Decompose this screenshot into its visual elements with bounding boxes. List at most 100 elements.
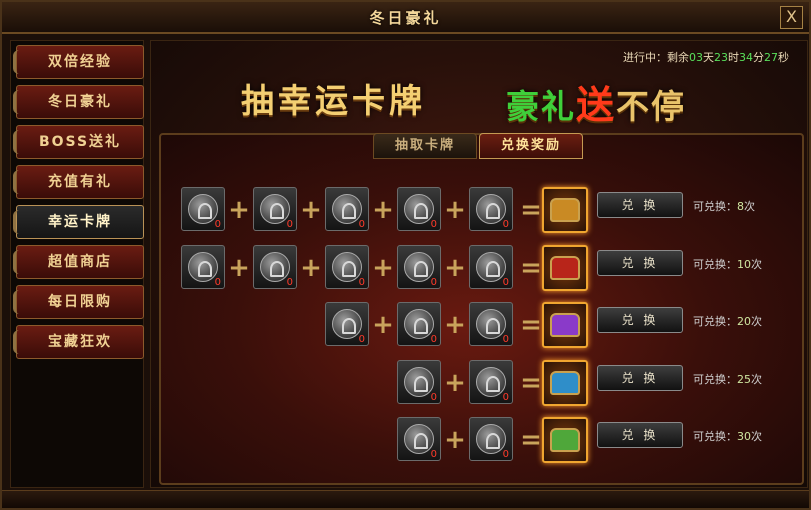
purple-chest-icon (550, 313, 580, 337)
event-window: 冬日豪礼 X 双倍经验 冬日豪礼 BOSS送礼 充值有礼 幸运卡牌 超值商店 每日限购 宝藏狂… (0, 0, 811, 510)
card-slot[interactable]: 0 (253, 245, 297, 289)
sidebar-ornament-icon (13, 90, 23, 114)
card-slot[interactable]: 0 (469, 417, 513, 461)
slogan-part-c: 不停 (616, 87, 687, 126)
green-chest-icon (550, 428, 580, 452)
card-slot[interactable]: 0 (397, 187, 441, 231)
card-token-icon (476, 252, 506, 282)
close-button[interactable]: X (780, 6, 803, 29)
plus-icon: + (444, 425, 466, 455)
card-token-icon (404, 252, 434, 282)
plus-icon: + (228, 253, 250, 283)
card-token-icon (476, 424, 506, 454)
times-suffix: 次 (751, 430, 762, 443)
reward-slot[interactable] (542, 187, 588, 233)
sidebar-item-4[interactable]: 幸运卡牌 (13, 205, 144, 239)
card-count: 0 (430, 449, 437, 460)
plus-icon: + (444, 253, 466, 283)
plus-icon: + (444, 310, 466, 340)
sidebar-item-label: 充值有礼 (48, 174, 112, 190)
sidebar-item-label: BOSS送礼 (38, 134, 122, 150)
card-count: 0 (358, 219, 365, 230)
plus-icon: + (444, 195, 466, 225)
sidebar-item-7[interactable]: 宝藏狂欢 (13, 325, 144, 359)
exchange-row: 0 +0 +0 +0 +0 = 兑 换可兑换：8次 (161, 187, 806, 235)
card-count: 0 (214, 277, 221, 288)
banner-slogan: 豪礼送不停 (506, 74, 686, 129)
sidebar-item-1[interactable]: 冬日豪礼 (13, 85, 144, 119)
exchange-button[interactable]: 兑 换 (597, 192, 683, 218)
exchange-times: 可兑换：30次 (693, 428, 762, 444)
reward-slot[interactable] (542, 302, 588, 348)
days-value: 03 (689, 51, 703, 64)
times-suffix: 次 (751, 258, 762, 271)
card-slot[interactable]: 0 (397, 245, 441, 289)
times-value: 25 (737, 373, 751, 386)
card-token-icon (332, 252, 362, 282)
plus-icon: + (372, 310, 394, 340)
sidebar-item-0[interactable]: 双倍经验 (13, 45, 144, 79)
card-slot[interactable]: 0 (469, 302, 513, 346)
times-value: 8 (737, 200, 744, 213)
slogan-part-a: 豪礼 (506, 87, 576, 126)
exchange-button[interactable]: 兑 换 (597, 307, 683, 333)
reward-slot[interactable] (542, 360, 588, 406)
status-prefix: 进行中：剩余 (623, 51, 689, 64)
card-count: 0 (502, 449, 509, 460)
card-slot[interactable]: 0 (397, 360, 441, 404)
card-count: 0 (502, 219, 509, 230)
exchange-row: 0 +0 +0 = 兑 换可兑换：20次 (161, 302, 806, 350)
times-prefix: 可兑换： (693, 258, 737, 271)
sidebar-item-3[interactable]: 充值有礼 (13, 165, 144, 199)
plus-icon: + (444, 368, 466, 398)
equals-icon: = (520, 310, 542, 340)
times-value: 10 (737, 258, 751, 271)
slogan-part-b: 送 (576, 82, 617, 127)
sidebar-item-5[interactable]: 超值商店 (13, 245, 144, 279)
reward-slot[interactable] (542, 417, 588, 463)
card-slot[interactable]: 0 (253, 187, 297, 231)
card-token-icon (404, 309, 434, 339)
exchange-panel: 抽取卡牌 兑换奖励 0 +0 +0 +0 +0 = 兑 换可兑换：8次 0 +0 +0 +0 +0 = 兑… (159, 133, 804, 485)
sidebar-item-2[interactable]: BOSS送礼 (13, 125, 144, 159)
card-slot[interactable]: 0 (397, 302, 441, 346)
card-slot[interactable]: 0 (397, 417, 441, 461)
reward-slot[interactable] (542, 245, 588, 291)
card-count: 0 (430, 219, 437, 230)
sidebar-ornament-icon (13, 250, 23, 274)
card-slot[interactable]: 0 (469, 245, 513, 289)
tab-draw-cards[interactable]: 抽取卡牌 (373, 133, 477, 159)
title-bar: 冬日豪礼 X (2, 2, 809, 34)
window-title: 冬日豪礼 (369, 9, 442, 27)
sidebar-item-label: 幸运卡牌 (48, 214, 112, 230)
card-count: 0 (286, 277, 293, 288)
card-slot[interactable]: 0 (325, 245, 369, 289)
card-count: 0 (358, 277, 365, 288)
sidebar-ornament-icon (13, 170, 23, 194)
exchange-times: 可兑换：20次 (693, 313, 762, 329)
equals-icon: = (520, 195, 542, 225)
card-slot[interactable]: 0 (181, 187, 225, 231)
card-slot[interactable]: 0 (469, 187, 513, 231)
countdown-status: 进行中：剩余03天23时34分27秒 (623, 49, 789, 65)
card-token-icon (476, 309, 506, 339)
sidebar-ornament-icon (13, 50, 23, 74)
minutes-value: 34 (739, 51, 753, 64)
card-count: 0 (430, 334, 437, 345)
main-content: 进行中：剩余03天23时34分27秒 抽幸运卡牌 豪礼送不停 抽取卡牌 兑换奖励… (150, 40, 808, 488)
card-slot[interactable]: 0 (469, 360, 513, 404)
card-slot[interactable]: 0 (181, 245, 225, 289)
tab-exchange-rewards[interactable]: 兑换奖励 (479, 133, 583, 159)
card-count: 0 (430, 392, 437, 403)
sidebar-item-6[interactable]: 每日限购 (13, 285, 144, 319)
times-suffix: 次 (751, 373, 762, 386)
card-slot[interactable]: 0 (325, 187, 369, 231)
plus-icon: + (372, 253, 394, 283)
exchange-button[interactable]: 兑 换 (597, 250, 683, 276)
card-count: 0 (358, 334, 365, 345)
card-token-icon (188, 252, 218, 282)
exchange-button[interactable]: 兑 换 (597, 422, 683, 448)
card-slot[interactable]: 0 (325, 302, 369, 346)
exchange-row: 0 +0 +0 +0 +0 = 兑 换可兑换：10次 (161, 245, 806, 293)
exchange-button[interactable]: 兑 换 (597, 365, 683, 391)
